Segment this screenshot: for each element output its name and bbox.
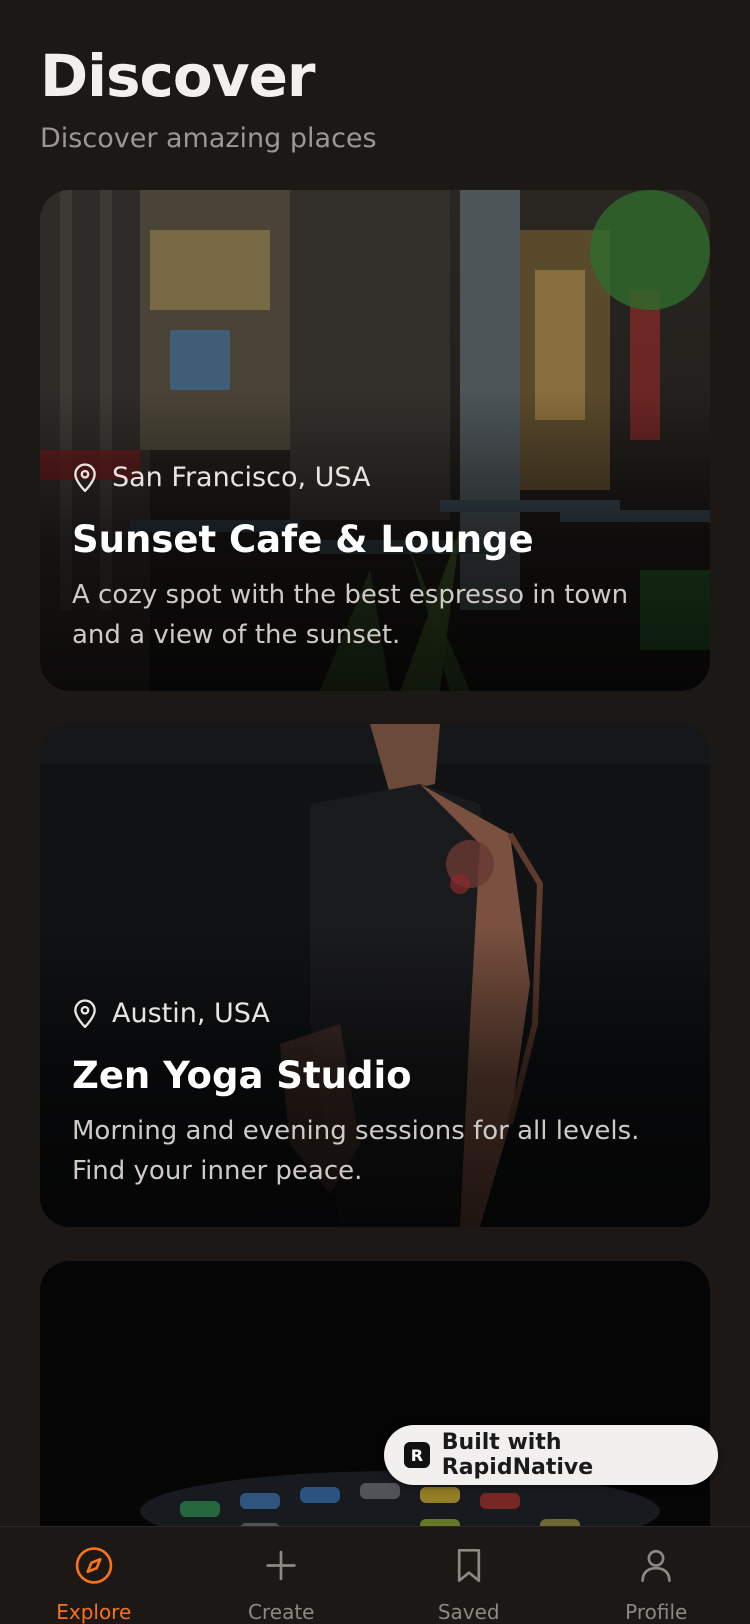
bookmark-icon bbox=[457, 1549, 480, 1582]
built-with-badge[interactable]: R Built with RapidNative bbox=[384, 1425, 718, 1485]
card-description: Morning and evening sessions for all lev… bbox=[72, 1116, 640, 1186]
compass-icon bbox=[75, 1547, 113, 1584]
tab-label: Explore bbox=[56, 1600, 132, 1624]
tab-profile[interactable]: Profile bbox=[563, 1527, 750, 1624]
tab-saved[interactable]: Saved bbox=[375, 1527, 563, 1624]
card-location-text: Austin, USA bbox=[112, 998, 270, 1029]
bottom-tab-bar: Explore Create Saved Profile bbox=[0, 1526, 750, 1624]
card-text: Austin, USA Zen Yoga Studio Morning and … bbox=[72, 997, 670, 1191]
tab-create[interactable]: Create bbox=[188, 1527, 376, 1624]
page-header: Discover Discover amazing places bbox=[40, 40, 377, 156]
user-icon bbox=[641, 1549, 671, 1582]
place-card-zen-yoga[interactable]: Austin, USA Zen Yoga Studio Morning and … bbox=[40, 724, 710, 1227]
badge-label: Built with RapidNative bbox=[441, 1430, 594, 1480]
rapidnative-logo-icon: R bbox=[404, 1442, 430, 1468]
card-title: Sunset Cafe & Lounge bbox=[72, 518, 534, 561]
plus-icon bbox=[266, 1550, 296, 1581]
card-text: San Francisco, USA Sunset Cafe & Lounge … bbox=[72, 461, 670, 655]
card-title: Zen Yoga Studio bbox=[72, 1054, 412, 1097]
tab-explore[interactable]: Explore bbox=[0, 1527, 188, 1624]
place-card-sunset-cafe[interactable]: San Francisco, USA Sunset Cafe & Lounge … bbox=[40, 190, 710, 691]
page-title: Discover bbox=[40, 42, 316, 110]
location-pin-icon bbox=[74, 463, 96, 493]
page-subtitle: Discover amazing places bbox=[40, 123, 377, 154]
card-location: Austin, USA bbox=[72, 997, 670, 1031]
tab-label: Profile bbox=[625, 1600, 688, 1624]
card-location: San Francisco, USA bbox=[72, 461, 670, 495]
card-location-text: San Francisco, USA bbox=[112, 462, 371, 493]
tab-label: Saved bbox=[437, 1600, 500, 1624]
card-description: A cozy spot with the best espresso in to… bbox=[72, 580, 629, 650]
tab-label: Create bbox=[248, 1600, 315, 1624]
location-pin-icon bbox=[74, 999, 96, 1029]
